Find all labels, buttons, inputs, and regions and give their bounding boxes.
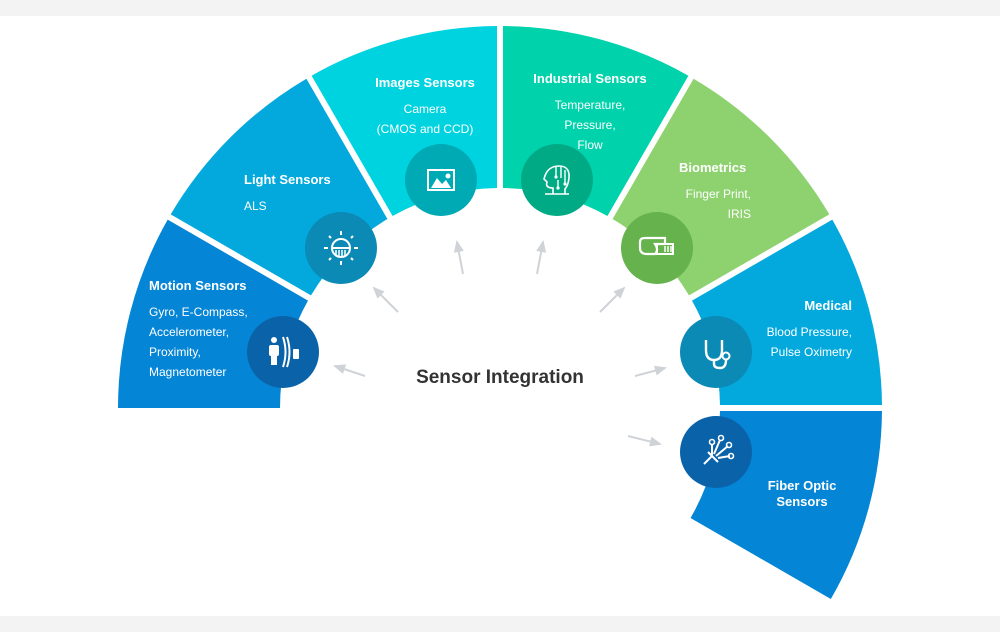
segment-line: Finger Print, <box>685 187 751 201</box>
icon-badge-fiber <box>680 416 752 488</box>
segment-line: Flow <box>577 138 603 152</box>
segment-title: Images Sensors <box>375 75 475 90</box>
segment-line: Proximity, <box>149 345 201 359</box>
icon-badge-light <box>305 212 377 284</box>
arrow-images <box>453 240 464 275</box>
arrow-light <box>372 286 399 313</box>
label-fiber: Fiber Optic Sensors <box>752 478 852 510</box>
icon-badge-medical <box>680 316 752 388</box>
segment-line: Magnetometer <box>149 365 227 379</box>
label-motion: Motion Sensors Gyro, E-Compass, Accelero… <box>149 276 248 382</box>
segment-line: (CMOS and CCD) <box>376 122 474 136</box>
segment-line: Temperature, <box>554 98 626 112</box>
label-light: Light Sensors ALS <box>244 170 331 216</box>
segment-title: Fiber Optic <box>767 478 837 493</box>
label-biometrics: Biometrics Finger Print, IRIS <box>679 158 751 224</box>
center-title: Sensor Integration <box>416 367 584 388</box>
segment-line: Pressure, <box>564 118 616 132</box>
segment-line: Camera <box>403 102 447 116</box>
icon-badge-motion <box>247 316 319 388</box>
segment-title: Medical <box>804 298 852 313</box>
arrow-medical <box>634 365 667 377</box>
diagram-canvas: Motion Sensors Gyro, E-Compass, Accelero… <box>0 16 1000 616</box>
label-medical: Medical Blood Pressure, Pulse Oximetry <box>756 296 852 362</box>
segment-title: Biometrics <box>679 160 747 175</box>
segment-line: ALS <box>244 199 267 213</box>
segment-line: IRIS <box>727 207 751 221</box>
arrow-industrial <box>536 240 547 275</box>
label-images: Images Sensors Camera (CMOS and CCD) <box>360 73 490 139</box>
icon-badge-images <box>405 144 477 216</box>
arrow-biometrics <box>599 286 626 313</box>
arrow-motion <box>333 364 366 377</box>
segment-line: Pulse Oximetry <box>770 345 852 359</box>
segment-line: Blood Pressure, <box>766 325 852 339</box>
segment-line: Gyro, E-Compass, <box>149 305 248 319</box>
arrow-fiber <box>627 435 662 447</box>
segment-line: Sensors <box>776 494 828 509</box>
segment-title: Industrial Sensors <box>533 71 647 86</box>
segment-line: Accelerometer, <box>149 325 230 339</box>
label-industrial: Industrial Sensors Temperature, Pressure… <box>520 69 660 155</box>
segment-title: Motion Sensors <box>149 278 247 293</box>
segment-title: Light Sensors <box>244 172 331 187</box>
